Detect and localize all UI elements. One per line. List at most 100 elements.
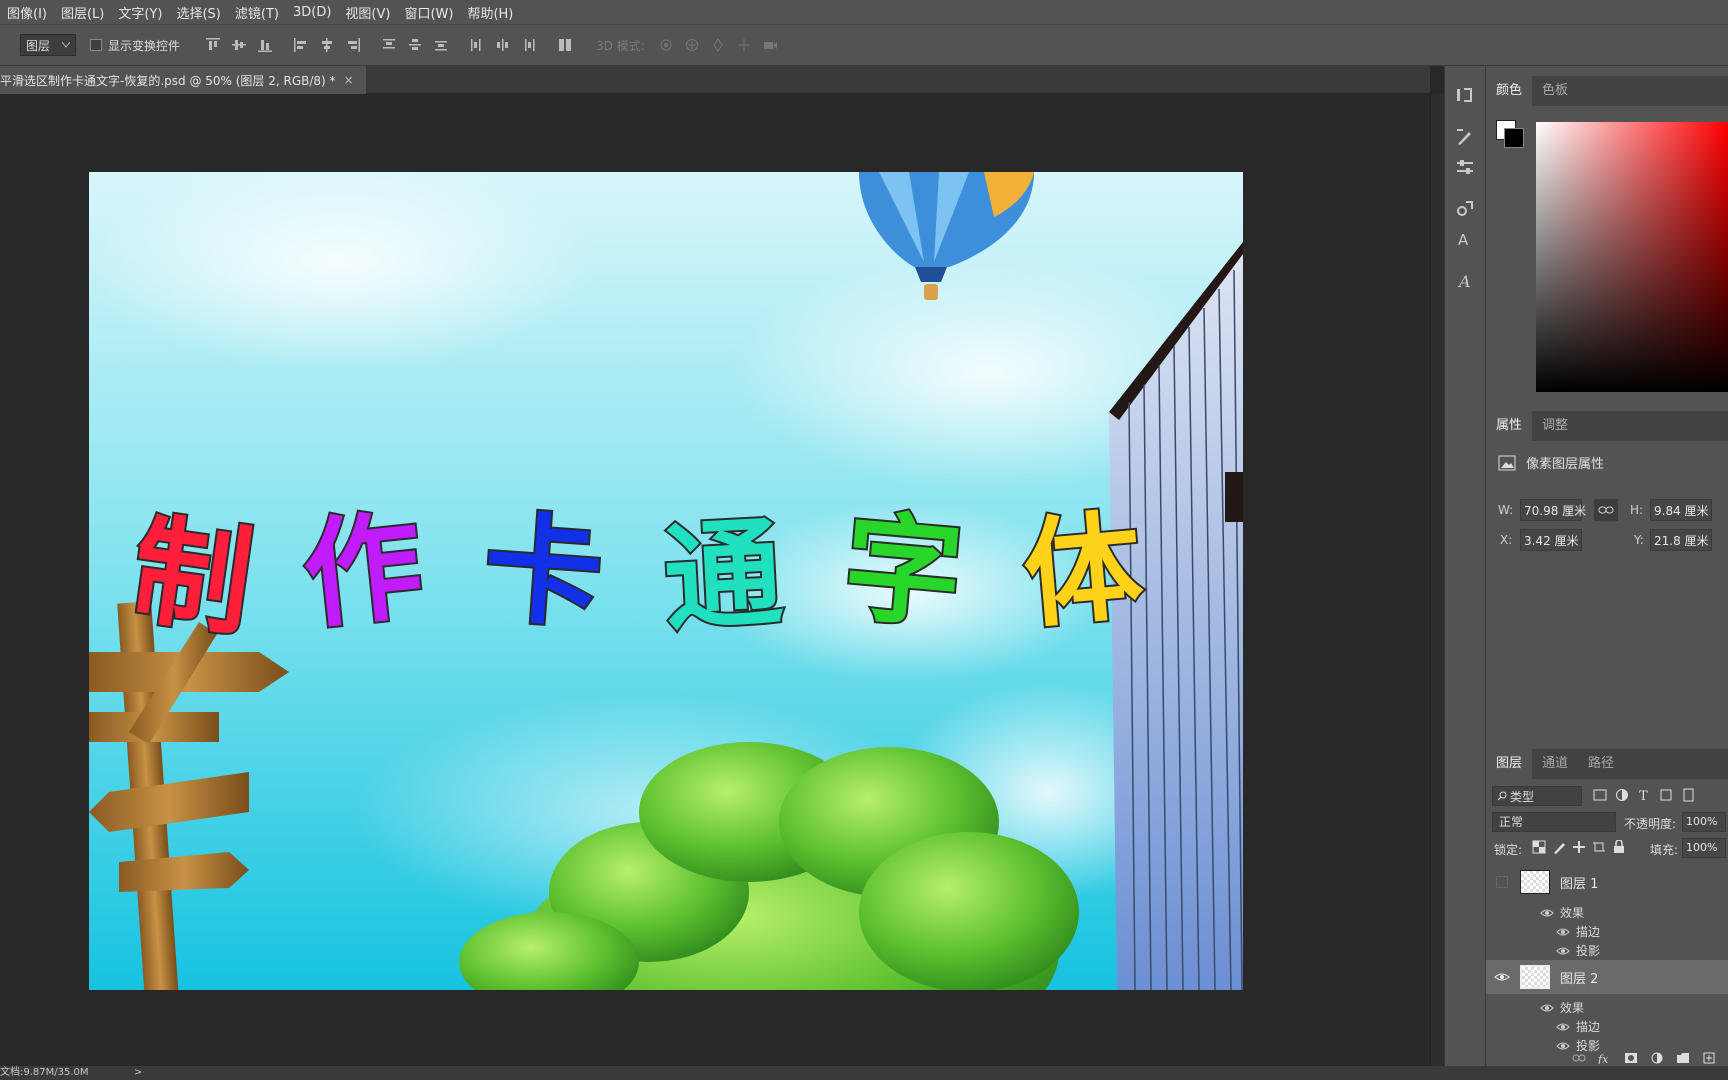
fx-icon[interactable]: fx: [1598, 1052, 1612, 1064]
pan-3d-icon[interactable]: [705, 32, 731, 58]
align-vcenter-icon[interactable]: [226, 32, 252, 58]
document-tab[interactable]: 平滑选区制作卡通文字-恢复的.psd @ 50% (图层 2, RGB/8) *…: [0, 66, 366, 94]
tab-layers[interactable]: 图层: [1486, 749, 1533, 779]
align-right-icon[interactable]: [340, 32, 366, 58]
glyphs-icon[interactable]: A: [1448, 266, 1482, 296]
layer-actions: fx: [1572, 1052, 1716, 1064]
align-bottom-icon[interactable]: [252, 32, 278, 58]
link-layers-icon[interactable]: [1572, 1052, 1586, 1064]
effect-row[interactable]: 投影: [1556, 942, 1600, 959]
eye-icon[interactable]: [1556, 927, 1570, 937]
status-menu-arrow[interactable]: >: [134, 1066, 142, 1080]
auto-align-icon[interactable]: [552, 32, 578, 58]
auto-select-dropdown[interactable]: 图层: [20, 34, 76, 56]
tab-adjustments[interactable]: 调整: [1532, 411, 1578, 441]
roll-3d-icon[interactable]: [679, 32, 705, 58]
options-bar: 图层 显示变换控件 3D 模式:: [0, 24, 1728, 66]
fill-label: 填充:: [1650, 843, 1679, 857]
properties-panel-tabs: 属性 调整: [1486, 411, 1728, 441]
scale-3d-icon[interactable]: [757, 32, 783, 58]
menu-3d[interactable]: 3D(D): [286, 5, 338, 20]
effect-row[interactable]: 描边: [1556, 1018, 1600, 1035]
eye-icon[interactable]: [1540, 908, 1554, 918]
filter-adjustment-icon[interactable]: [1614, 787, 1630, 803]
x-field[interactable]: 3.42 厘米: [1520, 529, 1582, 551]
menu-filter[interactable]: 滤镜(T): [228, 3, 286, 22]
document-tab-title: 平滑选区制作卡通文字-恢复的.psd @ 50% (图层 2, RGB/8) *: [0, 73, 336, 88]
menu-type[interactable]: 文字(Y): [111, 3, 169, 22]
layer-visibility-toggle[interactable]: [1496, 876, 1508, 888]
new-adjustment-icon[interactable]: [1650, 1052, 1664, 1064]
y-field[interactable]: 21.8 厘米: [1650, 529, 1712, 551]
tab-paths[interactable]: 路径: [1578, 749, 1624, 779]
new-layer-icon[interactable]: [1702, 1052, 1716, 1064]
distribute-right-icon[interactable]: [516, 32, 542, 58]
lock-pixels-icon[interactable]: [1552, 840, 1566, 854]
properties-header: 像素图层属性: [1498, 453, 1604, 472]
slide-3d-icon[interactable]: [731, 32, 757, 58]
add-mask-icon[interactable]: [1624, 1052, 1638, 1064]
tab-swatches[interactable]: 色板: [1532, 76, 1578, 106]
vertical-scrollbar[interactable]: [1430, 94, 1444, 1066]
show-transform-checkbox[interactable]: [90, 39, 102, 51]
menu-window[interactable]: 窗口(W): [397, 3, 460, 22]
layer-row-selected[interactable]: 图层 2: [1486, 960, 1728, 994]
properties-title: 像素图层属性: [1526, 457, 1605, 472]
menu-help[interactable]: 帮助(H): [460, 3, 520, 22]
distribute-vcenter-icon[interactable]: [402, 32, 428, 58]
effect-name: 描边: [1576, 925, 1601, 939]
color-field[interactable]: [1536, 122, 1728, 392]
eye-icon[interactable]: [1556, 1041, 1570, 1051]
brush-preset-icon[interactable]: [1448, 122, 1482, 152]
close-tab-icon[interactable]: ×: [344, 73, 354, 87]
menu-layer[interactable]: 图层(L): [54, 3, 111, 22]
document-size: 文档:9.87M/35.0M: [0, 1067, 89, 1078]
link-icon[interactable]: [1594, 499, 1618, 521]
tab-channels[interactable]: 通道: [1532, 749, 1578, 779]
document-canvas[interactable]: 制 作 卡 通 字 体: [89, 172, 1243, 990]
tab-color[interactable]: 颜色: [1486, 76, 1533, 106]
opacity-field[interactable]: 100%: [1682, 812, 1726, 832]
tab-properties[interactable]: 属性: [1486, 411, 1533, 441]
distribute-left-icon[interactable]: [464, 32, 490, 58]
character-icon[interactable]: A: [1448, 224, 1482, 254]
blend-mode-dropdown[interactable]: 正常: [1492, 812, 1616, 832]
lock-position-icon[interactable]: [1572, 840, 1586, 854]
eye-icon[interactable]: [1540, 1003, 1554, 1013]
menu-image[interactable]: 图像(I): [0, 3, 54, 22]
filter-smart-object-icon[interactable]: [1680, 787, 1696, 803]
distribute-top-icon[interactable]: [376, 32, 402, 58]
fill-field[interactable]: 100%: [1682, 838, 1726, 858]
eye-icon[interactable]: [1556, 946, 1570, 956]
layer-effects-row[interactable]: 效果: [1540, 904, 1584, 921]
align-left-icon[interactable]: [288, 32, 314, 58]
distribute-hcenter-icon[interactable]: [490, 32, 516, 58]
layer-effects-row[interactable]: 效果: [1540, 999, 1584, 1016]
effect-row[interactable]: 描边: [1556, 923, 1600, 940]
filter-shape-icon[interactable]: [1658, 787, 1674, 803]
svg-text:A: A: [1458, 231, 1469, 249]
height-field[interactable]: 9.84 厘米: [1650, 499, 1712, 521]
eye-icon[interactable]: [1494, 972, 1510, 982]
background-swatch[interactable]: [1504, 128, 1524, 148]
orbit-3d-icon[interactable]: [653, 32, 679, 58]
filter-pixel-icon[interactable]: [1592, 787, 1608, 803]
layer-filter-dropdown[interactable]: 类型: [1492, 786, 1582, 806]
history-icon[interactable]: [1448, 80, 1482, 110]
brush-settings-icon[interactable]: [1448, 152, 1482, 182]
chevron-down-icon: [62, 42, 70, 48]
clone-source-icon[interactable]: [1448, 194, 1482, 224]
width-field[interactable]: 70.98 厘米: [1520, 499, 1586, 521]
align-top-icon[interactable]: [200, 32, 226, 58]
lock-artboard-icon[interactable]: [1592, 840, 1606, 854]
filter-type-icon[interactable]: T: [1636, 787, 1652, 803]
new-group-icon[interactable]: [1676, 1052, 1690, 1064]
lock-all-icon[interactable]: [1612, 840, 1626, 854]
eye-icon[interactable]: [1556, 1022, 1570, 1032]
align-hcenter-icon[interactable]: [314, 32, 340, 58]
lock-transparency-icon[interactable]: [1532, 840, 1546, 854]
distribute-bottom-icon[interactable]: [428, 32, 454, 58]
menu-select[interactable]: 选择(S): [169, 3, 227, 22]
layer-row[interactable]: 图层 1: [1486, 865, 1728, 899]
menu-view[interactable]: 视图(V): [338, 3, 397, 22]
